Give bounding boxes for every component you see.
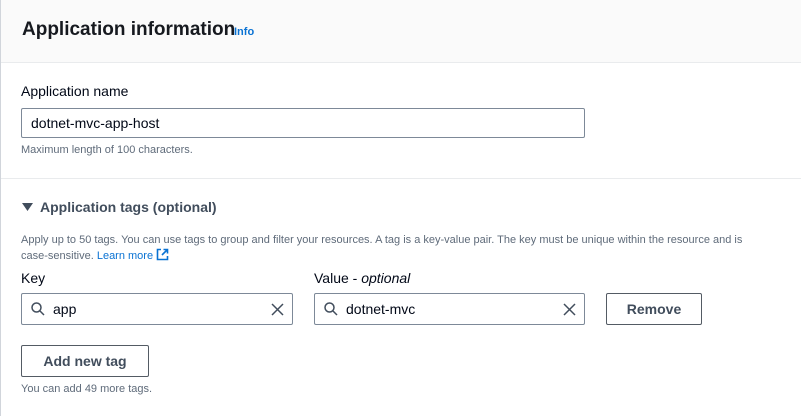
search-icon bbox=[31, 302, 45, 316]
tag-key-value: app bbox=[53, 301, 77, 317]
add-new-tag-button[interactable]: Add new tag bbox=[21, 345, 149, 377]
learn-more-link[interactable]: Learn more bbox=[96, 248, 169, 262]
search-icon bbox=[324, 302, 338, 316]
external-link-icon bbox=[156, 248, 169, 261]
divider bbox=[1, 178, 801, 179]
value-label-text: Value - bbox=[314, 270, 362, 286]
remove-tag-button[interactable]: Remove bbox=[606, 293, 702, 325]
key-label: Key bbox=[21, 270, 46, 286]
application-name-value: dotnet-mvc-app-host bbox=[31, 115, 160, 131]
tag-value-input[interactable]: dotnet-mvc bbox=[314, 293, 585, 325]
tag-value-value: dotnet-mvc bbox=[346, 301, 416, 317]
panel-header: Application information Info bbox=[1, 0, 801, 63]
value-label: Value - optional bbox=[314, 270, 410, 286]
info-link[interactable]: Info bbox=[234, 26, 254, 38]
caret-down-icon bbox=[21, 202, 33, 212]
learn-more-label: Learn more bbox=[96, 250, 154, 262]
tags-section-toggle[interactable]: Application tags (optional) bbox=[21, 199, 217, 215]
clear-icon[interactable] bbox=[271, 302, 284, 316]
tags-description: Apply up to 50 tags. You can use tags to… bbox=[21, 232, 751, 264]
application-name-hint: Maximum length of 100 characters. bbox=[21, 144, 193, 156]
application-name-label: Application name bbox=[21, 83, 129, 99]
tags-section-title: Application tags (optional) bbox=[40, 199, 217, 215]
application-name-input[interactable]: dotnet-mvc-app-host bbox=[21, 108, 585, 138]
tag-key-input[interactable]: app bbox=[21, 293, 293, 325]
page-title: Application information bbox=[22, 19, 236, 40]
value-label-optional: optional bbox=[361, 270, 411, 286]
clear-icon[interactable] bbox=[563, 302, 576, 316]
tags-remaining-hint: You can add 49 more tags. bbox=[21, 383, 153, 395]
